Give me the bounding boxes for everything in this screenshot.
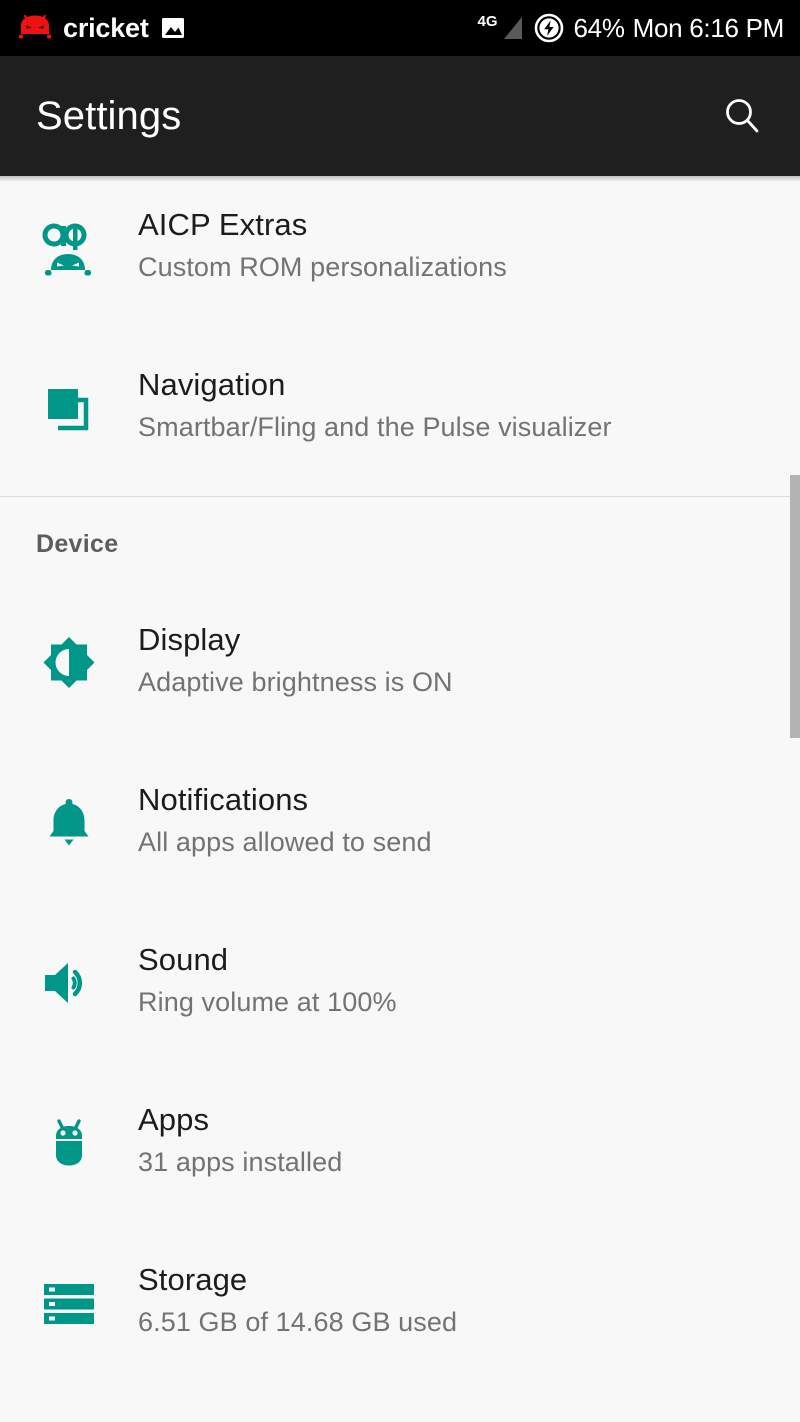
- section-header-label: Device: [36, 529, 119, 558]
- pref-row-display[interactable]: Display Adaptive brightness is ON: [0, 591, 800, 751]
- status-bar-left: cricket: [18, 14, 186, 42]
- pref-text-block: Apps 31 apps installed: [138, 1071, 776, 1182]
- pref-title: Apps: [138, 1102, 210, 1137]
- carrier-name: cricket: [63, 12, 149, 43]
- status-bar-clock: Mon 6:16 PM: [632, 13, 785, 43]
- settings-list[interactable]: AICP Extras Custom ROM personalizations …: [0, 176, 800, 1422]
- android-robot-icon: [56, 1119, 82, 1166]
- pref-title: Display: [138, 622, 241, 657]
- settings-screen: cricket 4G 64% Mon 6:16 PM Settings AICP…: [0, 0, 800, 1422]
- pref-row-storage[interactable]: Storage 6.51 GB of 14.68 GB used: [0, 1231, 800, 1391]
- pref-icon-slot: [0, 1071, 138, 1173]
- app-bar: Settings: [0, 56, 800, 182]
- brightness-icon: [43, 637, 95, 688]
- scrollbar-thumb[interactable]: [790, 475, 800, 738]
- pref-text-block: Storage 6.51 GB of 14.68 GB used: [138, 1231, 776, 1342]
- pref-title: Notifications: [138, 782, 309, 817]
- pref-icon-slot: [0, 176, 138, 282]
- network-type-label: 4G: [477, 13, 498, 30]
- pref-summary: 6.51 GB of 14.68 GB used: [138, 1306, 458, 1337]
- pref-row-navigation[interactable]: Navigation Smartbar/Fling and the Pulse …: [0, 336, 800, 496]
- pref-summary: 31 apps installed: [138, 1146, 343, 1177]
- status-bar: cricket 4G 64% Mon 6:16 PM: [0, 0, 800, 56]
- aicp-red-android-icon: [19, 14, 51, 39]
- section-header-device: Device: [0, 497, 800, 591]
- pref-text-block: Display Adaptive brightness is ON: [138, 591, 776, 702]
- pref-summary: All apps allowed to send: [138, 826, 432, 857]
- pref-row-apps[interactable]: Apps 31 apps installed: [0, 1071, 800, 1231]
- pref-text-block: Sound Ring volume at 100%: [138, 911, 776, 1022]
- pref-title: AICP Extras: [138, 207, 308, 242]
- battery-percentage: 64%: [573, 13, 625, 43]
- pref-row-notifications[interactable]: Notifications All apps allowed to send: [0, 751, 800, 911]
- pref-row-aicp-extras[interactable]: AICP Extras Custom ROM personalizations: [0, 176, 800, 336]
- pref-text-block: AICP Extras Custom ROM personalizations: [138, 176, 776, 287]
- signal-indicator: 4G: [478, 13, 524, 43]
- pref-icon-slot: [0, 751, 138, 853]
- navigation-squares-icon: [48, 389, 89, 431]
- pref-icon-slot: [0, 1231, 138, 1331]
- pref-text-block: Notifications All apps allowed to send: [138, 751, 776, 862]
- storage-stack-icon: [44, 1284, 94, 1324]
- pref-text-block: Navigation Smartbar/Fling and the Pulse …: [138, 336, 776, 447]
- scrollbar-track[interactable]: [790, 176, 800, 1422]
- pref-summary: Custom ROM personalizations: [138, 251, 507, 282]
- battery-charging-icon: [534, 13, 563, 43]
- pref-title: Sound: [138, 942, 229, 977]
- pref-title: Navigation: [138, 367, 286, 402]
- pref-row-sound[interactable]: Sound Ring volume at 100%: [0, 911, 800, 1071]
- pref-summary: Smartbar/Fling and the Pulse visualizer: [138, 411, 612, 442]
- image-icon: [161, 18, 184, 38]
- pref-icon-slot: [0, 336, 138, 440]
- bell-icon: [49, 799, 89, 846]
- pref-summary: Adaptive brightness is ON: [138, 666, 453, 697]
- aicp-extras-icon: [42, 223, 91, 276]
- status-bar-right: 4G 64% Mon 6:16 PM: [478, 13, 784, 43]
- pref-icon-slot: [0, 591, 138, 693]
- pref-summary: Ring volume at 100%: [138, 986, 397, 1017]
- volume-up-icon: [45, 963, 83, 1003]
- page-title: Settings: [36, 94, 182, 138]
- pref-title: Storage: [138, 1262, 248, 1297]
- pref-icon-slot: [0, 911, 138, 1013]
- search-button[interactable]: [714, 88, 770, 144]
- search-icon: [726, 99, 759, 133]
- signal-bars-icon: [503, 17, 522, 39]
